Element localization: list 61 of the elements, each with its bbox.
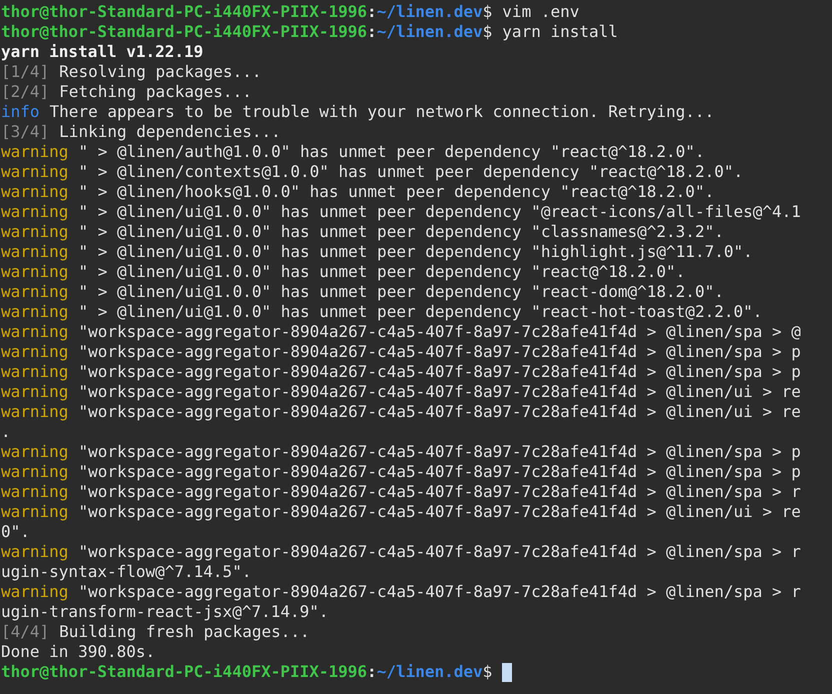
log-message: "workspace-aggregator-8904a267-c4a5-407f-8a97-7c28afe41f4d > @linen/spa > r bbox=[78, 482, 801, 502]
log-level-label: warning bbox=[1, 482, 68, 502]
log-level-label: warning bbox=[1, 362, 68, 382]
log-message: " > @linen/auth@1.0.0" has unmet peer dependency "react@^18.2.0". bbox=[78, 142, 705, 162]
output-line: Fetching packages... bbox=[59, 82, 252, 102]
output-line: Building fresh packages... bbox=[59, 622, 310, 642]
log-message: " > @linen/ui@1.0.0" has unmet peer dependency "react@^18.2.0". bbox=[78, 262, 686, 282]
log-message: "workspace-aggregator-8904a267-c4a5-407f-8a97-7c28afe41f4d > @linen/spa > p bbox=[78, 442, 801, 462]
log-level-label: warning bbox=[1, 162, 68, 182]
log-level-label: warning bbox=[1, 502, 68, 522]
log-level-label: warning bbox=[1, 302, 68, 322]
log-message: " > @linen/ui@1.0.0" has unmet peer dependency "@react-icons/all-files@^4.1 bbox=[78, 202, 801, 222]
step-counter: [3/4] bbox=[1, 122, 50, 142]
log-message: " > @linen/ui@1.0.0" has unmet peer dependency "react-dom@^18.2.0". bbox=[78, 282, 724, 302]
log-level-label: warning bbox=[1, 402, 68, 422]
log-level-label: info bbox=[1, 102, 40, 122]
log-message: There appears to be trouble with your network connection. Retrying... bbox=[50, 102, 714, 122]
output-line: Done in 390.80s. bbox=[1, 642, 156, 661]
log-message: " > @linen/contexts@1.0.0" has unmet peer dependency "react@^18.2.0". bbox=[78, 162, 744, 182]
log-level-label: warning bbox=[1, 182, 68, 202]
output-line: yarn install v1.22.19 bbox=[1, 42, 204, 61]
log-message: "workspace-aggregator-8904a267-c4a5-407f-8a97-7c28afe41f4d > @linen/spa > r bbox=[78, 542, 801, 562]
output-line: Resolving packages... bbox=[59, 62, 262, 82]
log-level-label: warning bbox=[1, 202, 68, 222]
shell-prompt: thor@thor-Standard-PC-i440FX-PIIX-1996:~/linen.dev$ bbox=[1, 22, 492, 42]
command-text: yarn install bbox=[502, 22, 618, 42]
log-message: "workspace-aggregator-8904a267-c4a5-407f-8a97-7c28afe41f4d > @linen/spa > @ bbox=[78, 322, 801, 342]
log-message: "workspace-aggregator-8904a267-c4a5-407f-8a97-7c28afe41f4d > @linen/spa > p bbox=[78, 342, 801, 362]
log-level-label: warning bbox=[1, 382, 68, 402]
output-line: ugin-transform-react-jsx@^7.14.9". bbox=[1, 602, 329, 621]
log-message: " > @linen/ui@1.0.0" has unmet peer dependency "react-hot-toast@2.2.0". bbox=[78, 302, 762, 322]
log-level-label: warning bbox=[1, 222, 68, 242]
step-counter: [2/4] bbox=[1, 82, 50, 102]
step-counter: [4/4] bbox=[1, 622, 50, 642]
command-text: vim .env bbox=[502, 2, 580, 22]
shell-prompt: thor@thor-Standard-PC-i440FX-PIIX-1996:~/linen.dev$ bbox=[1, 2, 492, 22]
output-line: Linking dependencies... bbox=[59, 122, 281, 142]
log-level-label: warning bbox=[1, 582, 68, 602]
log-message: "workspace-aggregator-8904a267-c4a5-407f-8a97-7c28afe41f4d > @linen/ui > re bbox=[78, 502, 801, 522]
log-message: " > @linen/ui@1.0.0" has unmet peer dependency "classnames@^2.3.2". bbox=[78, 222, 724, 242]
log-level-label: warning bbox=[1, 442, 68, 462]
log-message: "workspace-aggregator-8904a267-c4a5-407f-8a97-7c28afe41f4d > @linen/spa > r bbox=[78, 582, 801, 602]
output-line: 0". bbox=[1, 522, 30, 541]
log-message: "workspace-aggregator-8904a267-c4a5-407f-8a97-7c28afe41f4d > @linen/spa > p bbox=[78, 362, 801, 382]
output-line: . bbox=[1, 422, 11, 441]
shell-prompt: thor@thor-Standard-PC-i440FX-PIIX-1996:~/linen.dev$ bbox=[1, 662, 492, 682]
log-level-label: warning bbox=[1, 142, 68, 162]
log-message: "workspace-aggregator-8904a267-c4a5-407f-8a97-7c28afe41f4d > @linen/ui > re bbox=[78, 382, 801, 402]
log-level-label: warning bbox=[1, 262, 68, 282]
log-level-label: warning bbox=[1, 342, 68, 362]
log-level-label: warning bbox=[1, 462, 68, 482]
log-message: "workspace-aggregator-8904a267-c4a5-407f-8a97-7c28afe41f4d > @linen/spa > p bbox=[78, 462, 801, 482]
log-level-label: warning bbox=[1, 542, 68, 562]
log-level-label: warning bbox=[1, 242, 68, 262]
log-message: " > @linen/ui@1.0.0" has unmet peer dependency "highlight.js@^11.7.0". bbox=[78, 242, 753, 262]
log-message: "workspace-aggregator-8904a267-c4a5-407f-8a97-7c28afe41f4d > @linen/ui > re bbox=[78, 402, 801, 422]
log-level-label: warning bbox=[1, 322, 68, 342]
log-level-label: warning bbox=[1, 282, 68, 302]
step-counter: [1/4] bbox=[1, 62, 50, 82]
output-line: ugin-syntax-flow@^7.14.5". bbox=[1, 562, 252, 581]
log-message: " > @linen/hooks@1.0.0" has unmet peer dependency "react@^18.2.0". bbox=[78, 182, 714, 202]
